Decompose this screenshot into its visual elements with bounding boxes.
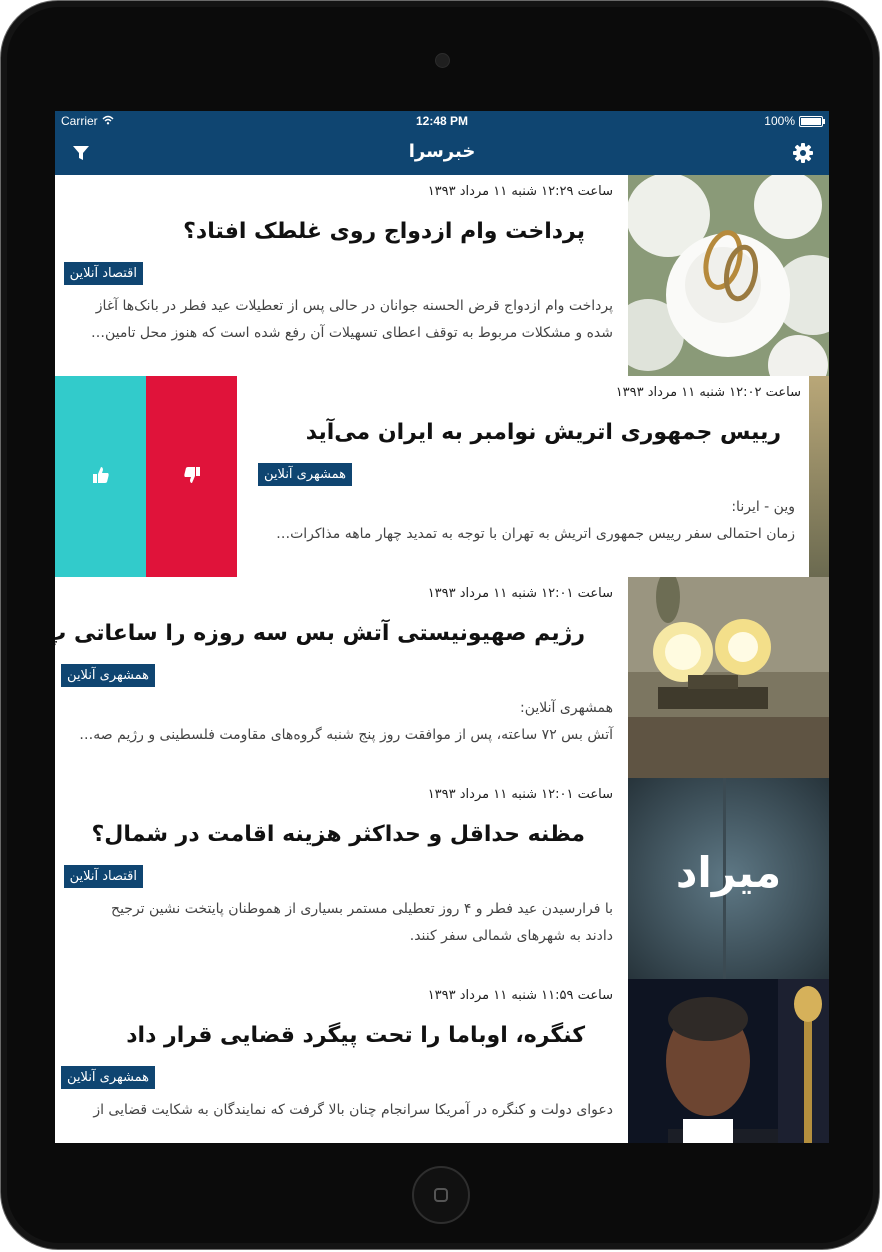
- home-button[interactable]: [412, 1166, 470, 1224]
- summary-line: همشهری آنلاین:: [520, 700, 613, 716]
- news-meta: ساعت ۱۱:۵۹ شنبه ۱۱ مرداد ۱۳۹۳: [427, 988, 613, 1003]
- ipad-frame: Carrier 12:48 PM 100% خبرسرا ساعت ۱۲:۲۹ …: [0, 0, 880, 1250]
- news-meta: ساعت ۱۲:۰۲ شنبه ۱۱ مرداد ۱۳۹۳: [615, 385, 801, 400]
- summary-line: دادند به شهرهای شمالی سفر کنند.: [409, 928, 613, 944]
- news-card[interactable]: ساعت ۱۲:۰۱ شنبه ۱۱ مرداد ۱۳۹۳ رژیم صهیون…: [55, 577, 829, 779]
- news-summary: پرداخت وام ازدواج قرض الحسنه جوانان در ح…: [63, 293, 613, 347]
- news-card[interactable]: ساعت ۱۲:۲۹ شنبه ۱۱ مرداد ۱۳۹۳ پرداخت وام…: [55, 175, 829, 377]
- news-meta: ساعت ۱۲:۲۹ شنبه ۱۱ مرداد ۱۳۹۳: [427, 184, 613, 199]
- artillery-fire-image: [628, 577, 829, 778]
- home-button-icon: [434, 1188, 448, 1202]
- summary-line: شده و مشکلات مربوط به توقف اعطای تسهیلات…: [90, 325, 613, 341]
- app-title: خبرسرا: [408, 141, 476, 162]
- summary-line: پرداخت وام ازدواج قرض الحسنه جوانان در ح…: [95, 298, 613, 314]
- battery-icon: [799, 115, 825, 127]
- source-badge: همشهری آنلاین: [61, 664, 155, 687]
- portrait-image: [628, 979, 829, 1143]
- navigation-bar: خبرسرا: [55, 131, 829, 175]
- mirad-logo-image: میراد: [628, 778, 829, 979]
- source-badge: همشهری آنلاین: [61, 1066, 155, 1089]
- news-title[interactable]: کنگره، اوباما را تحت پیگرد قضایی قرار دا…: [126, 1023, 585, 1048]
- battery-percent: 100%: [764, 114, 795, 128]
- news-summary: وین - ایرنا: زمان احتمالی سفر رییس جمهور…: [235, 494, 795, 548]
- news-card[interactable]: ساعت ۱۱:۵۹ شنبه ۱۱ مرداد ۱۳۹۳ کنگره، اوب…: [55, 979, 829, 1143]
- like-button[interactable]: [55, 376, 146, 577]
- news-meta: ساعت ۱۲:۰۱ شنبه ۱۱ مرداد ۱۳۹۳: [427, 787, 613, 802]
- news-title[interactable]: مظنه حداقل و حداکثر هزینه اقامت در شمال؟: [92, 822, 585, 847]
- news-title[interactable]: رییس جمهوری اتریش نوامبر به ایران می‌آید: [306, 420, 781, 445]
- front-camera: [435, 53, 450, 68]
- dislike-button[interactable]: [146, 376, 237, 577]
- summary-line: وین - ایرنا:: [731, 499, 795, 515]
- news-card-swiped[interactable]: ساعت ۱۲:۰۲ شنبه ۱۱ مرداد ۱۳۹۳ رییس جمهور…: [55, 376, 829, 578]
- thumbs-down-icon: [182, 465, 202, 489]
- app-screen: Carrier 12:48 PM 100% خبرسرا ساعت ۱۲:۲۹ …: [55, 111, 829, 1143]
- news-summary: با فرارسیدن عید فطر و ۴ روز تعطیلی مستمر…: [63, 896, 613, 950]
- news-image: [809, 376, 829, 577]
- news-summary: همشهری آنلاین: آتش بس ۷۲ ساعته، پس از مو…: [63, 695, 613, 749]
- wedding-rings-image: [628, 175, 829, 376]
- thumb-text: میراد: [675, 848, 782, 897]
- news-title[interactable]: رژیم صهیونیستی آتش بس سه روزه را ساعاتی …: [55, 621, 585, 646]
- summary-line: دعوای دولت و کنگره در آمریکا سرانجام چنا…: [93, 1102, 613, 1118]
- status-bar: Carrier 12:48 PM 100%: [55, 111, 829, 131]
- summary-line: زمان احتمالی سفر رییس جمهوری اتریش به ته…: [276, 526, 795, 542]
- source-badge: اقتصاد آنلاین: [63, 865, 143, 888]
- status-time: 12:48 PM: [415, 114, 469, 128]
- thumbs-up-icon: [91, 465, 111, 489]
- news-feed[interactable]: ساعت ۱۲:۲۹ شنبه ۱۱ مرداد ۱۳۹۳ پرداخت وام…: [55, 175, 829, 1143]
- gear-icon[interactable]: [791, 141, 815, 165]
- news-summary: دعوای دولت و کنگره در آمریکا سرانجام چنا…: [63, 1097, 613, 1124]
- news-title[interactable]: پرداخت وام ازدواج روی غلطک افتاد؟: [183, 219, 585, 244]
- source-badge: اقتصاد آنلاین: [63, 262, 143, 285]
- news-meta: ساعت ۱۲:۰۱ شنبه ۱۱ مرداد ۱۳۹۳: [427, 586, 613, 601]
- news-card[interactable]: میراد ساعت ۱۲:۰۱ شنبه ۱۱ مرداد ۱۳۹۳ مظنه…: [55, 778, 829, 980]
- source-badge: همشهری آنلاین: [258, 463, 352, 486]
- summary-line: با فرارسیدن عید فطر و ۴ روز تعطیلی مستمر…: [111, 901, 613, 917]
- summary-line: آتش بس ۷۲ ساعته، پس از موافقت روز پنج شن…: [79, 727, 613, 743]
